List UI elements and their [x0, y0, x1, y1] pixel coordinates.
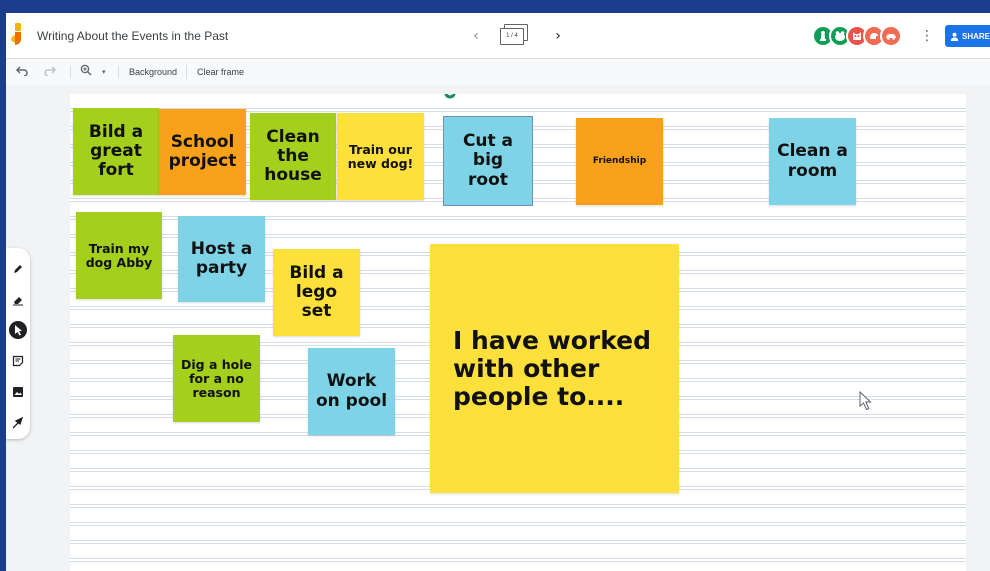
undo-icon — [16, 66, 28, 77]
clear-frame-button[interactable]: Clear frame — [197, 64, 244, 80]
undo-button[interactable] — [16, 64, 30, 80]
pen-icon — [14, 265, 22, 273]
dragon-icon — [870, 33, 878, 39]
collaborator-avatar-car[interactable] — [880, 25, 902, 47]
pin-marker-icon — [444, 94, 456, 99]
jamboard-logo-icon[interactable] — [11, 23, 23, 47]
sticky-note[interactable]: Work on pool — [308, 348, 395, 435]
toolbar-divider — [186, 65, 187, 79]
sticky-note[interactable]: Host a party — [178, 216, 265, 302]
laser-tool[interactable] — [9, 414, 27, 432]
sticky-note[interactable]: Clean a room — [769, 118, 856, 205]
more-options-button[interactable]: ⋮ — [920, 27, 934, 45]
sticky-note[interactable]: Bild a great fort — [73, 108, 159, 195]
image-tool[interactable] — [9, 383, 27, 401]
share-label: SHARE — [962, 31, 990, 41]
pen-tool[interactable] — [9, 260, 27, 278]
share-button[interactable]: SHARE — [945, 25, 990, 47]
background-button[interactable]: Background — [129, 64, 177, 80]
person-add-icon — [950, 32, 959, 41]
mouse-cursor-icon — [859, 391, 872, 411]
frog-icon — [835, 31, 845, 41]
eraser-tool[interactable] — [9, 291, 27, 309]
sticky-note[interactable]: School project — [159, 109, 246, 195]
caret-down-icon: ▾ — [102, 68, 106, 76]
jamboard-canvas[interactable]: Bild a great fort School project Clean t… — [70, 94, 966, 571]
chevron-right-icon: › — [555, 28, 561, 44]
sticky-note-large[interactable]: I have worked with other people to.... — [430, 244, 679, 493]
header-bar: Writing About the Events in the Past ‹ 1… — [6, 13, 990, 59]
sticky-note[interactable]: Train our new dog! — [337, 113, 424, 200]
zoom-dropdown[interactable]: ▾ — [102, 64, 112, 80]
jamboard-window: Writing About the Events in the Past ‹ 1… — [6, 13, 990, 571]
previous-frame-button[interactable]: ‹ — [468, 27, 484, 45]
document-title[interactable]: Writing About the Events in the Past — [37, 29, 228, 43]
sticky-note[interactable]: Train my dog Abby — [76, 212, 162, 299]
sticky-note[interactable]: Bild a lego set — [273, 249, 360, 336]
sticky-note[interactable]: Clean the house — [250, 113, 336, 200]
car-icon — [886, 34, 896, 40]
next-frame-button[interactable]: › — [550, 27, 566, 45]
sticky-note[interactable]: Friendship — [576, 118, 663, 205]
laser-icon — [12, 417, 24, 429]
owl-icon — [853, 32, 861, 40]
chevron-left-icon: ‹ — [473, 28, 479, 44]
redo-button[interactable] — [44, 64, 58, 80]
zoom-icon — [80, 64, 92, 76]
chess-piece-icon — [820, 31, 826, 41]
frame-counter: 1 / 4 — [500, 28, 524, 45]
image-icon — [13, 387, 23, 397]
sticky-note[interactable]: Dig a hole for a no reason — [173, 335, 260, 422]
sticky-note[interactable]: Cut a big root — [444, 117, 532, 205]
more-vert-icon: ⋮ — [920, 28, 934, 44]
sticky-note-tool[interactable] — [9, 352, 27, 370]
select-tool[interactable] — [9, 321, 27, 339]
redo-icon — [44, 66, 56, 77]
board-toolbar: ▾ Background Clear frame — [6, 59, 990, 85]
tools-panel — [6, 248, 30, 439]
sticky-note-icon — [12, 355, 24, 367]
toolbar-divider — [70, 65, 71, 79]
pointer-icon — [15, 325, 22, 336]
toolbar-divider — [118, 65, 119, 79]
eraser-icon — [13, 297, 23, 306]
frame-indicator[interactable]: 1 / 4 — [500, 24, 530, 48]
zoom-button[interactable] — [80, 64, 94, 80]
